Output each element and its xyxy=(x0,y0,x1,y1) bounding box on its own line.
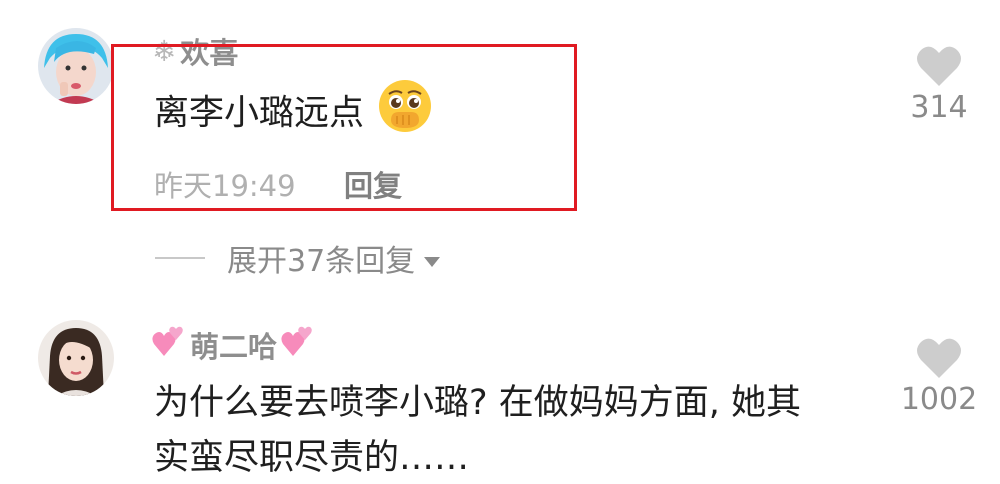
caret-down-icon xyxy=(423,241,441,276)
like-button[interactable]: 1002 xyxy=(894,336,984,417)
comment-list: ❄ 欢喜 离李小璐远点 昨天19:49 回复 314 展开37条回复 萌二哈 为… xyxy=(0,0,1000,484)
hearts-icon xyxy=(152,326,186,365)
comment-text-line-2: 实蛮尽职尽责的…… xyxy=(154,438,470,478)
heart-icon xyxy=(917,338,961,378)
divider-line xyxy=(155,257,205,259)
avatar[interactable] xyxy=(38,320,114,396)
like-count: 1002 xyxy=(900,382,978,417)
comment-text-line-1: 为什么要去喷李小璐? 在做妈妈方面, 她其 xyxy=(154,383,801,423)
comment-username[interactable]: 萌二哈 xyxy=(152,324,315,366)
hearts-icon xyxy=(281,326,315,365)
username-label: 萌二哈 xyxy=(190,330,278,364)
avatar[interactable] xyxy=(38,28,114,104)
like-count: 314 xyxy=(910,90,968,125)
expand-replies-button[interactable]: 展开37条回复 xyxy=(155,236,441,280)
heart-icon xyxy=(917,46,961,86)
like-button[interactable]: 314 xyxy=(894,44,984,125)
expand-replies-label: 展开37条回复 xyxy=(227,244,416,279)
highlight-box xyxy=(111,44,577,211)
